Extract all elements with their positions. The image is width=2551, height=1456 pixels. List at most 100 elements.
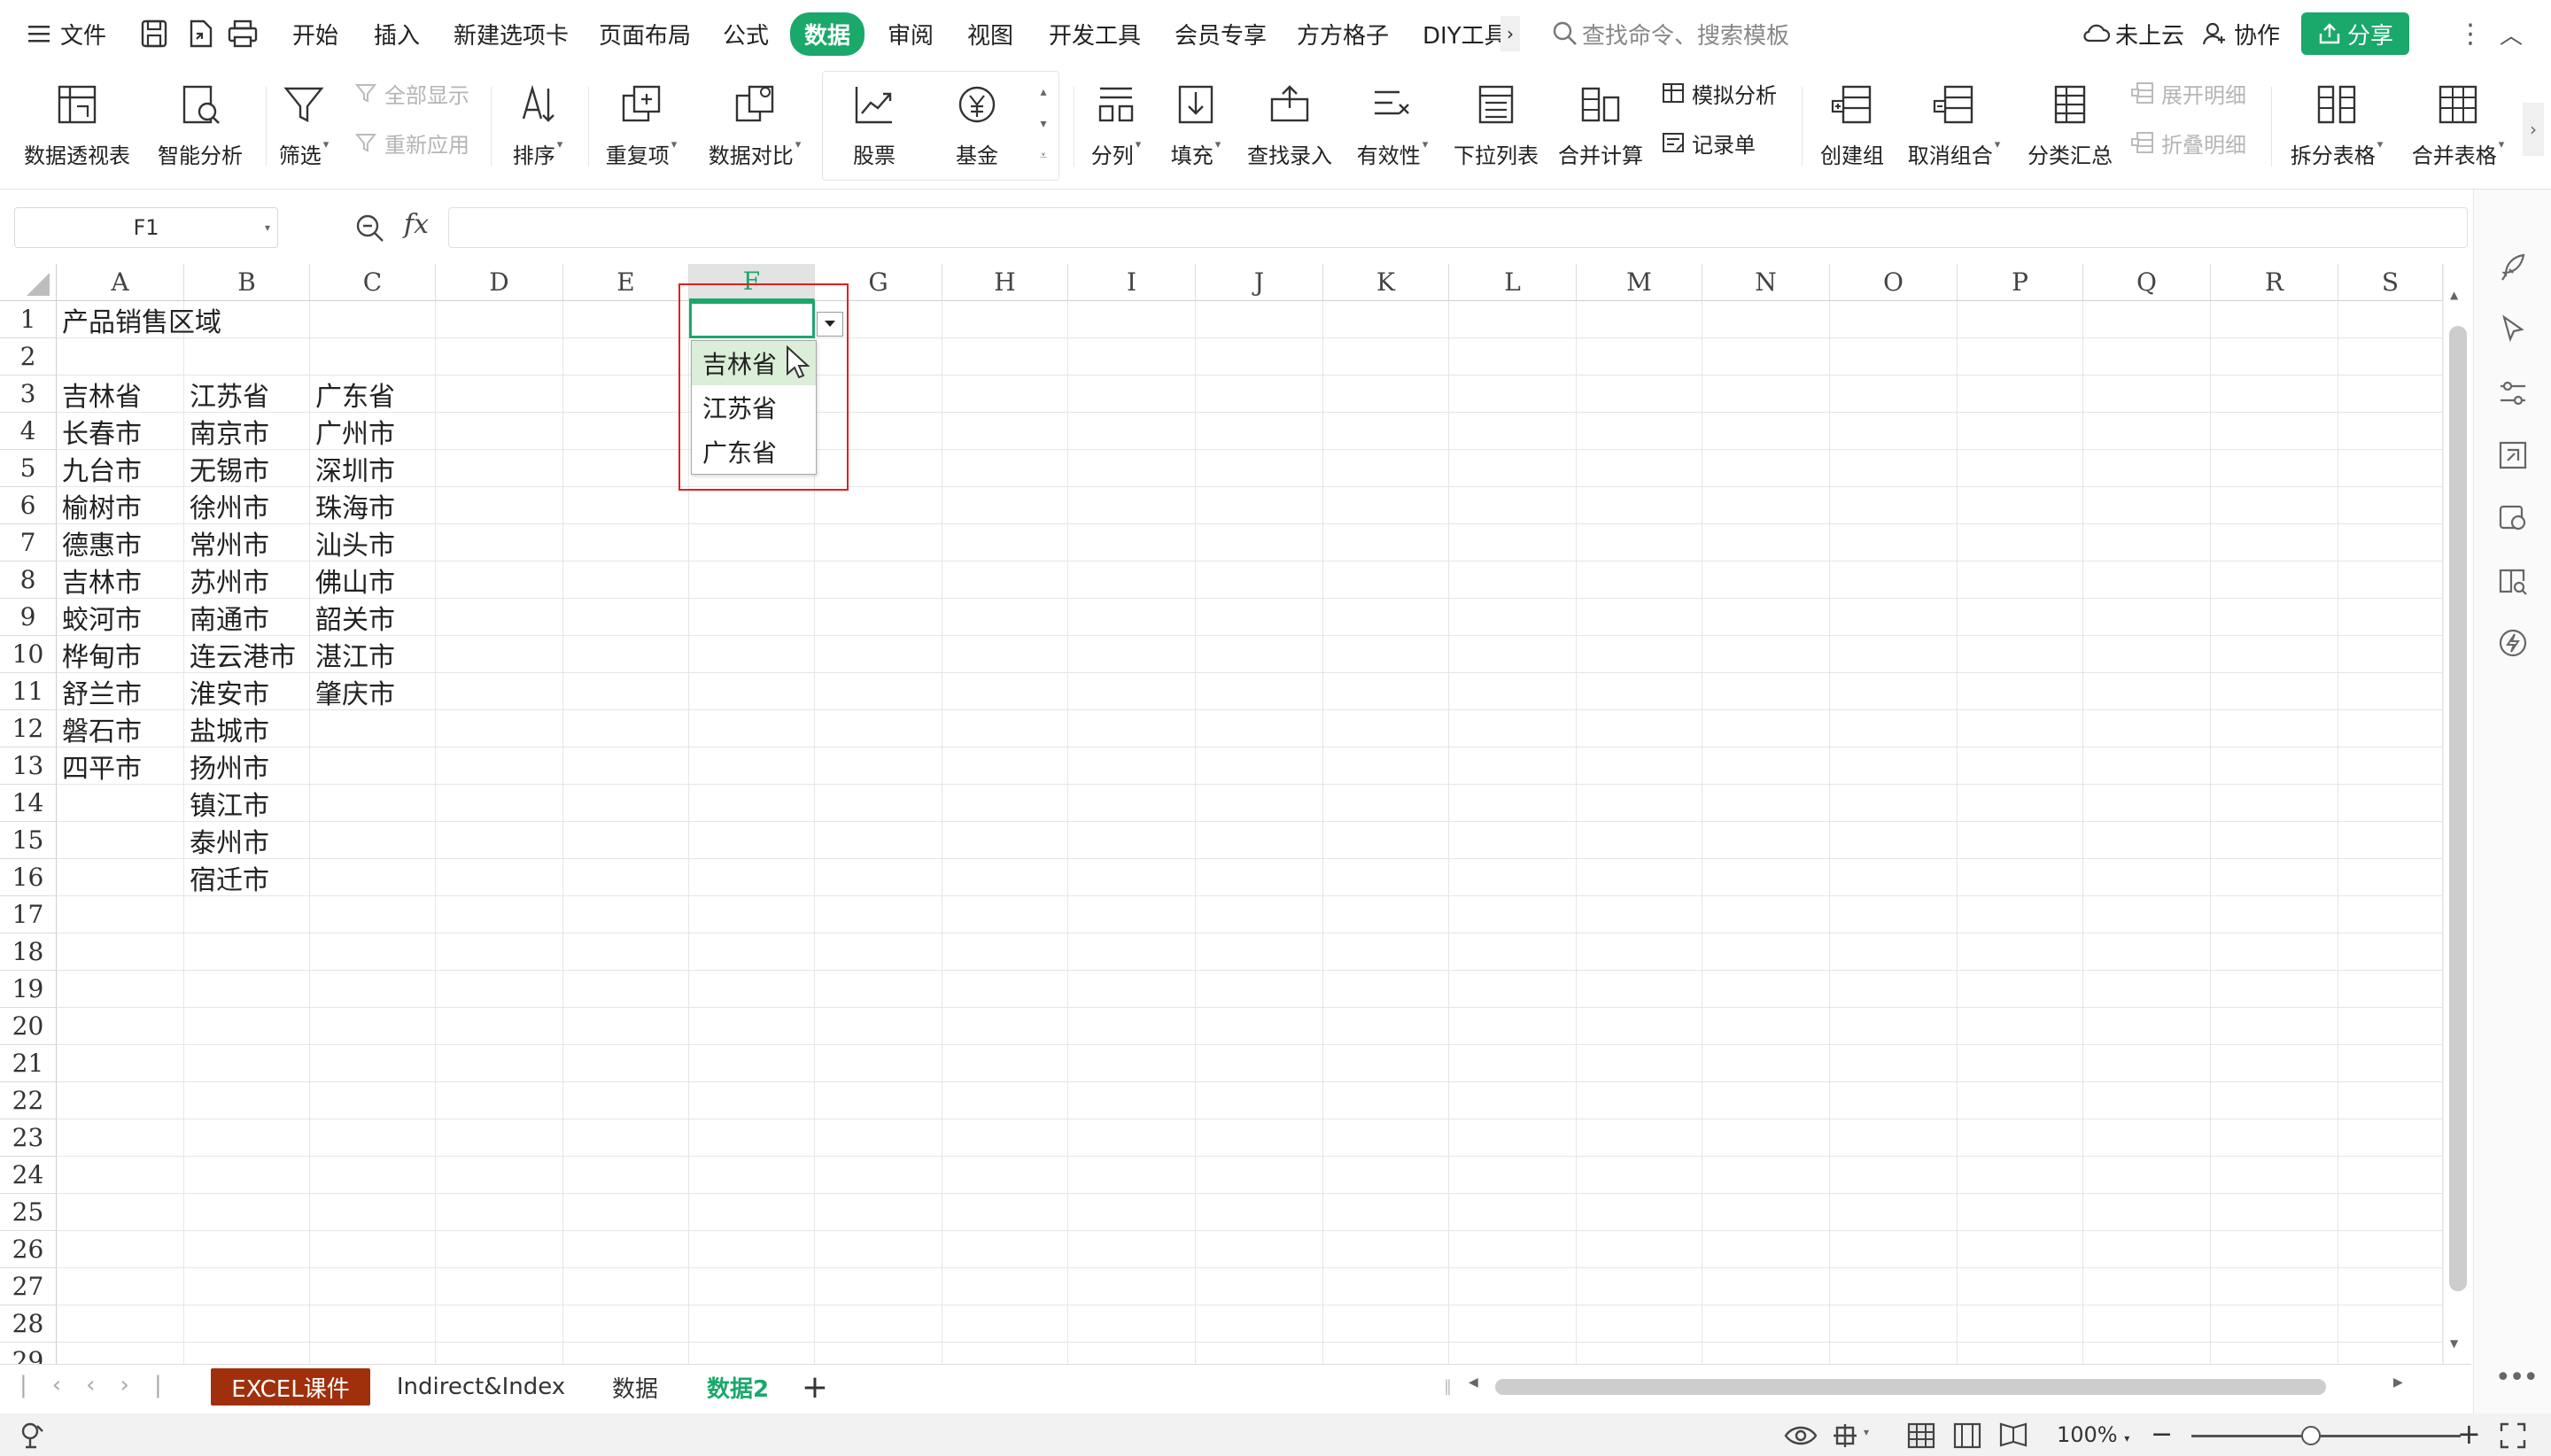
menu-review[interactable]: 审阅 bbox=[888, 0, 934, 67]
cell-b15[interactable]: 泰州市 bbox=[184, 822, 269, 859]
column-header-n[interactable]: N bbox=[1702, 264, 1830, 301]
page-layout-view-icon[interactable] bbox=[1952, 1421, 1982, 1451]
fill-button[interactable]: 填充 ▾ bbox=[1162, 67, 1229, 190]
menu-view[interactable]: 视图 bbox=[967, 0, 1013, 67]
split-column-button[interactable]: 分列 ▾ bbox=[1082, 67, 1150, 190]
ribbon-scroll-right-icon[interactable]: › bbox=[2523, 103, 2544, 156]
cell-b4[interactable]: 南京市 bbox=[184, 413, 269, 450]
cell-b14[interactable]: 镇江市 bbox=[184, 785, 269, 822]
zoom-slider-thumb[interactable] bbox=[2301, 1426, 2321, 1445]
row-header-2[interactable]: 2 bbox=[0, 338, 57, 376]
zoom-slider[interactable] bbox=[2191, 1435, 2461, 1437]
menu-developer[interactable]: 开发工具 bbox=[1049, 0, 1141, 67]
column-header-d[interactable]: D bbox=[436, 264, 563, 301]
row-header-14[interactable]: 14 bbox=[0, 785, 57, 822]
column-header-m[interactable]: M bbox=[1577, 264, 1702, 301]
transform-icon[interactable] bbox=[2497, 439, 2529, 471]
cell-c5[interactable]: 深圳市 bbox=[310, 450, 395, 487]
record-form-button[interactable]: 记录单 bbox=[1660, 128, 1756, 158]
menu-home[interactable]: 开始 bbox=[292, 0, 338, 67]
row-header-20[interactable]: 20 bbox=[0, 1008, 57, 1045]
cell-c6[interactable]: 珠海市 bbox=[310, 487, 395, 524]
row-header-16[interactable]: 16 bbox=[0, 859, 57, 896]
consolidate-button[interactable]: 合并计算 bbox=[1554, 67, 1648, 190]
command-search[interactable]: 查找命令、搜索模板 bbox=[1552, 16, 1789, 51]
more-options-icon[interactable]: ••• bbox=[2495, 1362, 2539, 1393]
split-table-button[interactable]: 拆分表格 ▾ bbox=[2282, 67, 2392, 190]
row-header-19[interactable]: 19 bbox=[0, 971, 57, 1008]
formula-input[interactable] bbox=[448, 207, 2468, 248]
stock-button[interactable]: 股票 bbox=[836, 67, 912, 190]
sheet-tab-data[interactable]: 数据 bbox=[593, 1368, 677, 1406]
cell-c7[interactable]: 汕头市 bbox=[310, 524, 395, 561]
macro-record-icon[interactable] bbox=[18, 1421, 48, 1451]
row-header-11[interactable]: 11 bbox=[0, 673, 57, 710]
add-sheet-icon[interactable]: + bbox=[797, 1368, 833, 1406]
fx-icon[interactable]: fx bbox=[404, 209, 429, 240]
row-header-25[interactable]: 25 bbox=[0, 1194, 57, 1231]
scroll-down-icon[interactable]: ▼ bbox=[2450, 1337, 2458, 1350]
select-all-corner[interactable] bbox=[0, 264, 57, 301]
worksheet-grid[interactable]: A B C D E F G H I J K L M N O P Q R S 1 2 3 4 5 6 7 8 9 10 11 12 13 14 15… bbox=[0, 264, 2443, 1371]
cell-a11[interactable]: 舒兰市 bbox=[57, 673, 142, 710]
cell-c3[interactable]: 广东省 bbox=[310, 376, 395, 413]
cell-b16[interactable]: 宿迁市 bbox=[184, 859, 269, 896]
cell-a10[interactable]: 桦甸市 bbox=[57, 636, 142, 673]
show-all-button[interactable]: 全部显示 bbox=[353, 78, 469, 108]
sheet-nav-arrows-icon[interactable]: |‹‹›| bbox=[19, 1372, 187, 1398]
row-header-9[interactable]: 9 bbox=[0, 599, 57, 636]
duplicates-button[interactable]: 重复项 ▾ bbox=[599, 67, 684, 190]
vertical-scrollbar[interactable]: ▲ ▼ bbox=[2443, 264, 2471, 1364]
dropdown-list-button[interactable]: 下拉列表 bbox=[1449, 67, 1543, 190]
tab-splitter-icon[interactable]: ‖ bbox=[1444, 1377, 1452, 1396]
page-break-view-icon[interactable] bbox=[1998, 1421, 2028, 1451]
create-group-button[interactable]: 创建组 bbox=[1812, 67, 1892, 190]
title-cell[interactable]: 产品销售区域 bbox=[57, 301, 221, 338]
properties-sliders-icon[interactable] bbox=[2497, 377, 2529, 409]
row-header-18[interactable]: 18 bbox=[0, 933, 57, 971]
row-header-22[interactable]: 22 bbox=[0, 1082, 57, 1119]
zoom-in-icon[interactable]: + bbox=[2457, 1417, 2481, 1451]
row-header-24[interactable]: 24 bbox=[0, 1157, 57, 1194]
name-box[interactable]: F1 ▾ bbox=[14, 207, 278, 248]
ungroup-button[interactable]: 取消组合 ▾ bbox=[1903, 67, 2005, 190]
data-compare-button[interactable]: 数据对比 ▾ bbox=[702, 67, 808, 190]
fund-button[interactable]: 基金 bbox=[939, 67, 1015, 190]
cell-a13[interactable]: 四平市 bbox=[57, 747, 142, 785]
reading-mode-icon[interactable] bbox=[1830, 1421, 1860, 1451]
menu-new-tab[interactable]: 新建选项卡 bbox=[454, 0, 569, 67]
scroll-right-icon[interactable]: ▶ bbox=[2393, 1375, 2403, 1390]
rocket-icon[interactable] bbox=[2497, 252, 2529, 283]
gallery-scroll-icon[interactable]: ▴ ▾ ⩡ bbox=[1033, 76, 1054, 174]
reading-mode-chevron-icon[interactable]: ▾ bbox=[1864, 1426, 1869, 1438]
column-header-o[interactable]: O bbox=[1830, 264, 1958, 301]
menu-diy[interactable]: DIY工具 bbox=[1423, 0, 1504, 67]
column-header-e[interactable]: E bbox=[563, 264, 689, 301]
column-header-b[interactable]: B bbox=[184, 264, 310, 301]
book-search-icon[interactable] bbox=[2497, 565, 2529, 597]
column-header-a[interactable]: A bbox=[57, 264, 184, 301]
cell-b10[interactable]: 连云港市 bbox=[184, 636, 296, 673]
cloud-status[interactable]: 未上云 bbox=[2082, 0, 2184, 67]
sheet-tab-excel[interactable]: EXCEL课件 bbox=[211, 1368, 370, 1406]
cell-a5[interactable]: 九台市 bbox=[57, 450, 142, 487]
horizontal-scroll-thumb[interactable] bbox=[1495, 1379, 2326, 1395]
sheet-tab-indirect[interactable]: Indirect&Index bbox=[390, 1368, 572, 1406]
cell-a3[interactable]: 吉林省 bbox=[57, 376, 142, 413]
column-header-p[interactable]: P bbox=[1958, 264, 2083, 301]
column-header-l[interactable]: L bbox=[1449, 264, 1577, 301]
menu-fangfang[interactable]: 方方格子 bbox=[1297, 0, 1389, 67]
share-button[interactable]: 分享 bbox=[2301, 12, 2409, 55]
pointer-icon[interactable] bbox=[2497, 314, 2529, 345]
row-header-21[interactable]: 21 bbox=[0, 1045, 57, 1082]
cell-b7[interactable]: 常州市 bbox=[184, 524, 269, 561]
sort-button[interactable]: 排序 ▾ bbox=[500, 67, 576, 190]
merge-table-button[interactable]: 合并表格 ▾ bbox=[2404, 67, 2512, 190]
menu-page-layout[interactable]: 页面布局 bbox=[599, 0, 691, 67]
export-icon[interactable] bbox=[184, 18, 216, 50]
zoom-level[interactable]: 100% ▾ bbox=[2057, 1422, 2129, 1447]
cell-c9[interactable]: 韶关市 bbox=[310, 599, 395, 636]
cell-b3[interactable]: 江苏省 bbox=[184, 376, 269, 413]
ai-analysis-icon[interactable] bbox=[2497, 501, 2529, 533]
row-header-1[interactable]: 1 bbox=[0, 301, 57, 338]
